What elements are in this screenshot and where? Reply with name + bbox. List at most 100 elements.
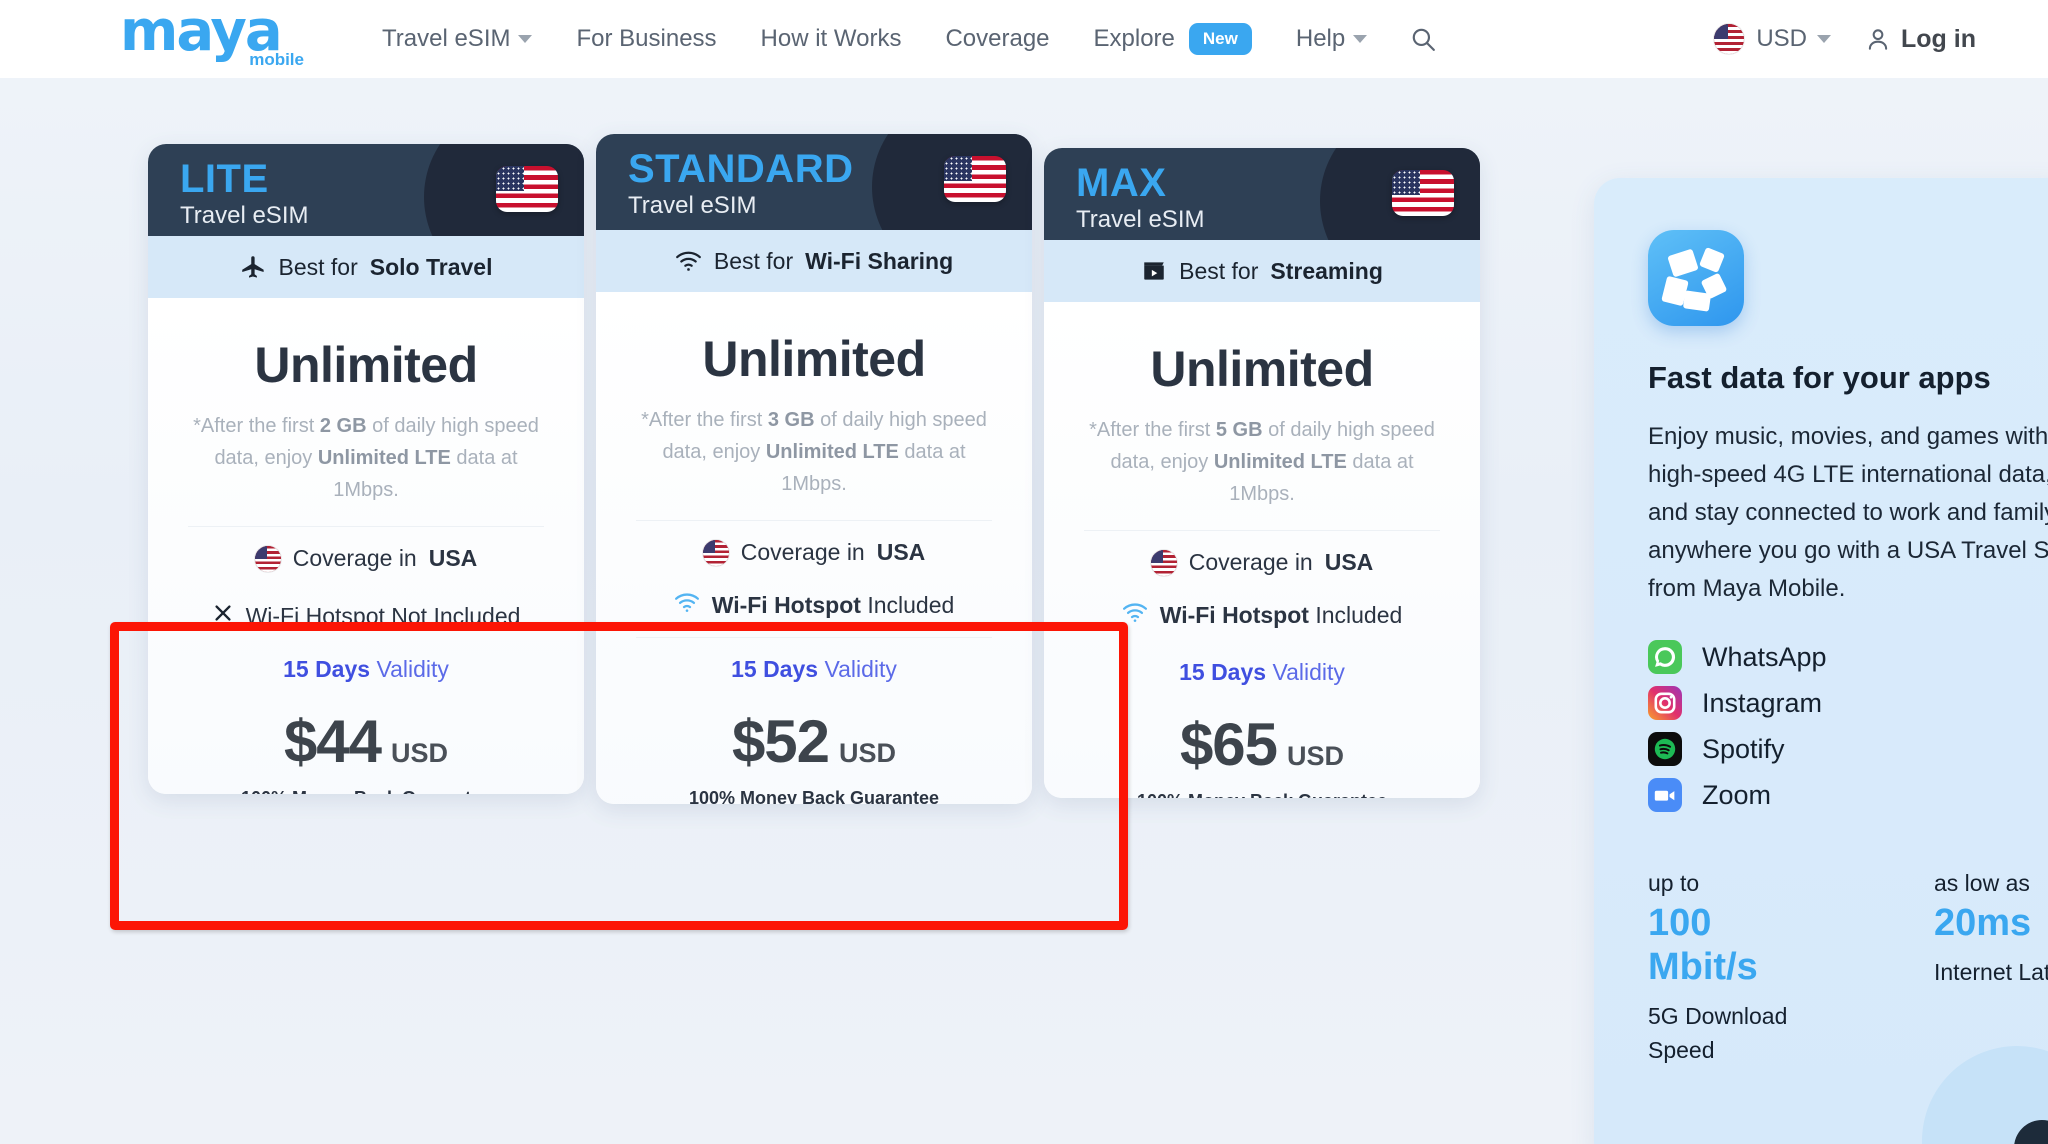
validity-days: 15 Days (1179, 659, 1267, 685)
us-flag-icon (1150, 549, 1177, 576)
coverage-row: Coverage in USA (622, 521, 1006, 566)
validity-label: Validity (818, 656, 897, 682)
logo-subtext: mobile (249, 50, 304, 69)
chevron-down-icon (1353, 35, 1368, 43)
nav-item-how-it-works[interactable]: How it Works (739, 25, 924, 53)
ribbon-prefix: Best for (1179, 257, 1259, 284)
coverage-prefix: Coverage in (1188, 549, 1313, 575)
stat-value: 20ms (1934, 902, 2032, 944)
currency-selector[interactable]: USD (1714, 24, 1832, 54)
us-flag-icon (496, 166, 558, 212)
nav-item-coverage[interactable]: Coverage (923, 25, 1071, 53)
user-icon (1868, 29, 1888, 50)
app-name: Spotify (1702, 733, 1785, 764)
nav-item-label: For Business (576, 25, 717, 52)
list-item: Instagram (1648, 680, 2048, 726)
nav-item-help[interactable]: Help (1274, 25, 1389, 53)
nav-item-travel-esim[interactable]: Travel eSIM (360, 25, 554, 53)
best-for-ribbon: Best for Solo Travel (148, 236, 584, 298)
wifi-icon (675, 250, 702, 272)
fineprint: *After the first 3 GB of daily high spee… (641, 409, 987, 495)
ribbon-prefix: Best for (278, 253, 358, 280)
card-body: Unlimited *After the first 2 GB of daily… (148, 298, 584, 794)
wifi-icon (674, 592, 700, 619)
page-root: maya mobile Travel eSIM For Business How… (0, 0, 2048, 1144)
clapperboard-icon (1141, 258, 1167, 284)
hotspot-row: Wi-Fi Hotspot Not Included (174, 572, 558, 634)
app-name: WhatsApp (1702, 641, 1827, 672)
chevron-down-icon (518, 35, 533, 43)
login-button[interactable]: Log in (1865, 25, 1976, 54)
us-flag-icon (702, 539, 729, 566)
top-navigation-bar: maya mobile Travel eSIM For Business How… (0, 0, 2048, 78)
price-currency: USD (839, 738, 897, 768)
nav-item-label: Coverage (945, 25, 1050, 52)
card-body: Unlimited *After the first 3 GB of daily… (596, 292, 1032, 804)
pricing-card-max[interactable]: MAX Travel eSIM Best for Streaming Unlim… (1044, 148, 1480, 798)
pricing-card-standard[interactable]: STANDARD Travel eSIM Best for Wi-Fi Shar… (596, 134, 1032, 804)
hotspot-rest: Included (860, 592, 955, 618)
hotspot-strong: Wi-Fi Hotspot Not (245, 603, 428, 629)
hotspot-strong: Wi-Fi Hotspot (711, 592, 861, 618)
panel-title: Fast data for your apps (1648, 360, 1991, 395)
login-label: Log in (1901, 24, 1976, 53)
hotspot-row: Wi-Fi Hotspot Included (1070, 576, 1454, 629)
coverage-row: Coverage in USA (174, 527, 558, 572)
nav-item-for-business[interactable]: For Business (554, 25, 738, 53)
data-headline: Unlimited (702, 331, 926, 387)
card-header: STANDARD Travel eSIM (596, 134, 1032, 230)
stat-value: 100 Mbit/s (1648, 902, 1758, 988)
maya-mobile-logo[interactable]: maya mobile (120, 4, 310, 70)
card-header: LITE Travel eSIM (148, 144, 584, 236)
validity-row: 15 Days Validity (1070, 629, 1454, 686)
us-flag-icon (1392, 170, 1454, 216)
ribbon-strong: Streaming (1270, 257, 1383, 284)
us-flag-icon (944, 156, 1006, 202)
stat-prefix: up to (1648, 870, 1700, 896)
money-back-guarantee: 100% Money Back Guarantee (174, 776, 558, 794)
ribbon-strong: Wi-Fi Sharing (805, 247, 954, 274)
price-row: $52 USD (622, 683, 1006, 776)
hotspot-row: Wi-Fi Hotspot Included (622, 566, 1006, 619)
coverage-country: USA (1324, 549, 1374, 575)
nav-item-label: Help (1295, 25, 1346, 52)
us-flag-icon (1714, 24, 1745, 54)
best-for-ribbon: Best for Streaming (1044, 240, 1480, 302)
price-amount: $44 (283, 708, 382, 775)
spotify-icon (1648, 732, 1682, 766)
data-headline: Unlimited (1150, 341, 1374, 397)
coverage-prefix: Coverage in (292, 545, 417, 571)
search-icon (1412, 28, 1436, 51)
validity-row: 15 Days Validity (622, 638, 1006, 683)
list-item: Spotify (1648, 726, 2048, 772)
close-x-icon (212, 598, 234, 634)
list-item: WhatsApp (1648, 634, 2048, 680)
search-button[interactable] (1403, 19, 1443, 59)
new-badge: New (1188, 23, 1252, 55)
supported-apps-list: WhatsApp Instagram Spotify Zoom (1648, 634, 2048, 818)
pricing-cards-container: LITE Travel eSIM Best for Solo Travel Un… (0, 78, 1560, 1144)
wifi-icon (1122, 602, 1148, 629)
validity-row: 15 Days Validity (174, 634, 558, 683)
price-amount: $52 (731, 708, 830, 775)
fast-data-panel: Fast data for your apps Enjoy music, mov… (1594, 178, 2048, 1144)
hotspot-strong: Wi-Fi Hotspot (1159, 602, 1309, 628)
airplane-icon (240, 254, 267, 281)
nav-item-label: How it Works (760, 25, 902, 52)
price-row: $65 USD (1070, 686, 1454, 779)
app-data-icon (1648, 230, 1744, 326)
nav-item-label: Explore (1093, 25, 1175, 52)
nav-items: Travel eSIM For Business How it Works Co… (360, 0, 1443, 78)
nav-item-explore[interactable]: Explore New (1072, 23, 1274, 55)
data-headline: Unlimited (254, 337, 478, 393)
fineprint: *After the first 5 GB of daily high spee… (1089, 419, 1435, 505)
ribbon-prefix: Best for (713, 247, 794, 274)
validity-label: Validity (370, 656, 449, 682)
ribbon-strong: Solo Travel (369, 253, 493, 280)
hotspot-rest: Included (427, 603, 521, 629)
nav-right-cluster: USD Log in (1714, 0, 1976, 78)
stat-download-speed: up to 100 Mbit/s 5G Download Speed (1648, 870, 1838, 1067)
pricing-card-lite[interactable]: LITE Travel eSIM Best for Solo Travel Un… (148, 144, 584, 794)
nav-item-label: Travel eSIM (382, 25, 511, 52)
money-back-guarantee: 100% Money Back Guarantee (688, 788, 940, 804)
